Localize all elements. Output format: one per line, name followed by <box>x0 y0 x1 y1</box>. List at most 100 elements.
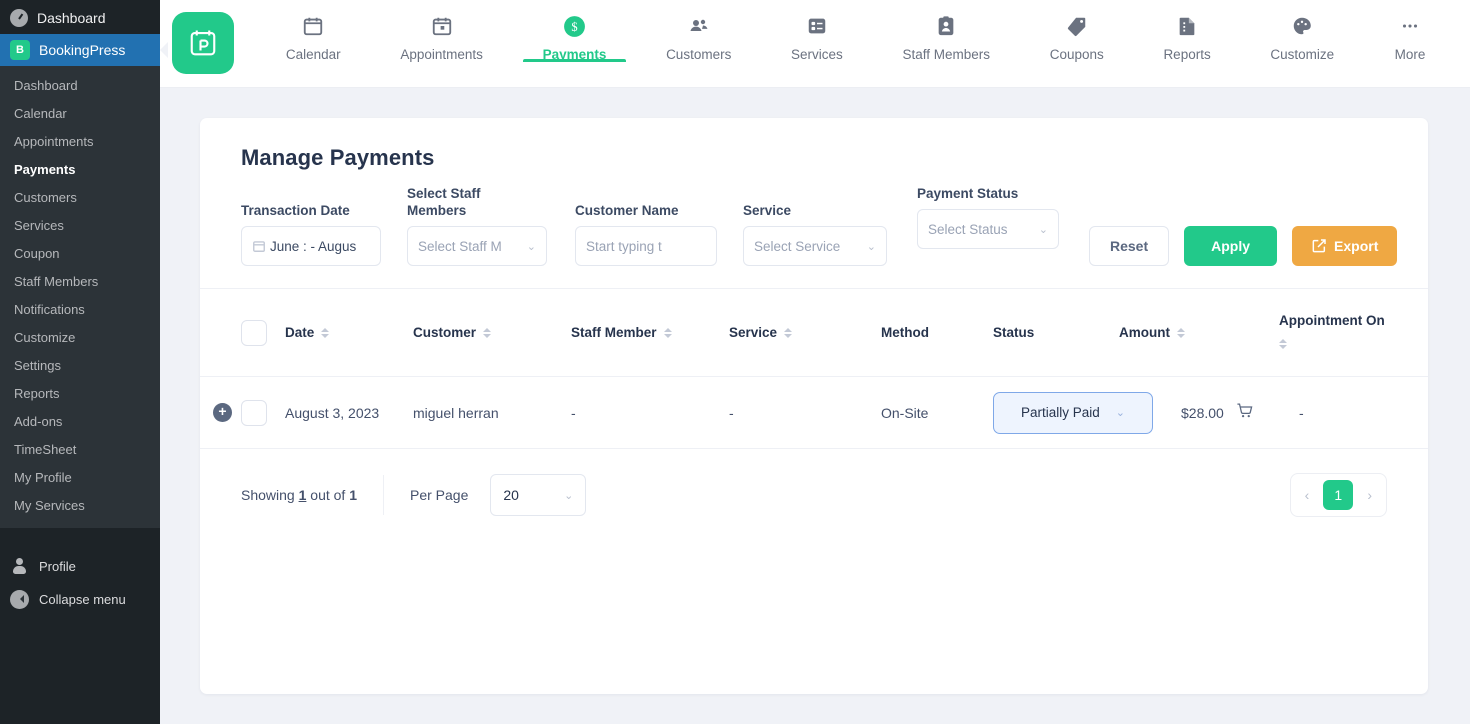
sidebar-item-notifications[interactable]: Notifications <box>0 296 160 324</box>
sort-icon[interactable] <box>321 324 330 342</box>
cart-icon[interactable] <box>1236 402 1253 423</box>
tab-label: Calendar <box>285 47 341 62</box>
customer-name-placeholder: Start typing t <box>586 238 662 254</box>
sidebar-item-label: Add-ons <box>14 414 63 429</box>
tab-calendar[interactable]: Calendar <box>256 0 370 62</box>
tab-label: Services <box>791 47 843 62</box>
tab-customers[interactable]: Customers <box>636 0 761 62</box>
sidebar-item-payments[interactable]: Payments <box>0 156 160 184</box>
sidebar-item-label: Staff Members <box>14 274 99 289</box>
sort-icon[interactable] <box>784 324 793 342</box>
palette-icon <box>1291 14 1313 38</box>
tab-coupons[interactable]: Coupons <box>1020 0 1134 62</box>
sort-icon[interactable] <box>1279 335 1287 353</box>
sidebar-item-my-services[interactable]: My Services <box>0 492 160 520</box>
sidebar-item-dashboard[interactable]: Dashboard <box>0 72 160 100</box>
appointments-icon <box>431 14 453 38</box>
sort-icon[interactable] <box>1177 324 1185 342</box>
tab-reports[interactable]: Reports <box>1134 0 1241 62</box>
column-header-amount[interactable]: Amount <box>1119 324 1279 342</box>
ellipsis-icon <box>1399 14 1421 38</box>
transaction-date-value: June : - Augus <box>270 238 357 254</box>
pagination-next[interactable]: › <box>1367 487 1372 503</box>
sidebar-item-reports[interactable]: Reports <box>0 380 160 408</box>
row-checkbox[interactable] <box>241 399 267 426</box>
tab-customize[interactable]: Customize <box>1241 0 1364 62</box>
payments-table: Date Customer Staff Member Service Metho… <box>200 288 1428 541</box>
sidebar-item-label: Reports <box>14 386 60 401</box>
main-area: Calendar Appointments $ Payments Custome… <box>160 0 1470 724</box>
footer-divider <box>383 475 384 515</box>
column-header-staff-member[interactable]: Staff Member <box>571 324 729 342</box>
pagination-prev[interactable]: ‹ <box>1305 487 1310 503</box>
column-header-service[interactable]: Service <box>729 324 881 342</box>
tab-services[interactable]: Services <box>761 0 872 62</box>
sidebar-item-settings[interactable]: Settings <box>0 352 160 380</box>
tab-label: Payments <box>542 47 607 62</box>
apply-label: Apply <box>1211 238 1251 254</box>
cell-date: August 3, 2023 <box>285 404 380 421</box>
status-value: Partially Paid <box>1020 405 1100 420</box>
tag-icon <box>1066 14 1088 38</box>
sort-icon[interactable] <box>483 324 492 342</box>
table-row[interactable]: + August 3, 2023 miguel herran - - On-Si… <box>200 377 1428 449</box>
tab-payments[interactable]: $ Payments <box>513 0 636 62</box>
column-header-customer[interactable]: Customer <box>413 324 571 342</box>
service-value: Select Service <box>754 238 841 254</box>
bookingpress-logo-icon: B <box>10 40 30 60</box>
calendar-icon <box>302 14 324 38</box>
column-label: Date <box>285 325 315 340</box>
column-label: Service <box>729 325 778 340</box>
per-page-select[interactable]: 20 ⌄ <box>490 474 587 516</box>
service-select[interactable]: Select Service ⌄ <box>743 226 887 266</box>
customers-icon <box>687 14 711 38</box>
sidebar-item-timesheet[interactable]: TimeSheet <box>0 436 160 464</box>
filter-service: Service Select Service ⌄ <box>743 202 887 266</box>
apply-button[interactable]: Apply <box>1184 226 1278 266</box>
export-button[interactable]: Export <box>1292 226 1398 266</box>
sidebar-item-dashboard-top[interactable]: Dashboard <box>0 0 160 34</box>
sidebar-item-customers[interactable]: Customers <box>0 184 160 212</box>
sidebar-item-add-ons[interactable]: Add-ons <box>0 408 160 436</box>
staff-members-select[interactable]: Select Staff M ⌄ <box>407 226 547 266</box>
wordpress-admin-sidebar: Dashboard B BookingPress Dashboard Calen… <box>0 0 160 724</box>
tab-label: More <box>1394 47 1426 62</box>
sidebar-item-my-profile[interactable]: My Profile <box>0 464 160 492</box>
sidebar-item-collapse-menu[interactable]: Collapse menu <box>0 583 160 616</box>
sidebar-item-label: Settings <box>14 358 61 373</box>
user-icon <box>10 557 29 576</box>
sidebar-item-services[interactable]: Services <box>0 212 160 240</box>
tab-staff-members[interactable]: Staff Members <box>873 0 1020 62</box>
reset-button[interactable]: Reset <box>1089 226 1170 266</box>
cell-appointment-on: - <box>1299 404 1304 421</box>
sidebar-item-appointments[interactable]: Appointments <box>0 128 160 156</box>
payment-status-select[interactable]: Select Status ⌄ <box>917 209 1059 249</box>
transaction-date-input[interactable]: June : - Augus <box>241 226 381 266</box>
column-header-appointment-on[interactable]: Appointment On <box>1279 313 1399 353</box>
select-all-checkbox[interactable] <box>241 319 267 346</box>
customer-name-input[interactable]: Start typing t <box>575 226 717 266</box>
sidebar-item-label: Dashboard <box>14 78 78 93</box>
column-header-date[interactable]: Date <box>285 324 413 342</box>
sidebar-item-calendar[interactable]: Calendar <box>0 100 160 128</box>
column-label: Amount <box>1119 325 1170 340</box>
sort-icon[interactable] <box>663 324 672 342</box>
amount-value: $28.00 <box>1181 404 1224 421</box>
sidebar-item-profile[interactable]: Profile <box>0 550 160 583</box>
tab-appointments[interactable]: Appointments <box>370 0 512 62</box>
sidebar-item-staff-members[interactable]: Staff Members <box>0 268 160 296</box>
cell-amount: $28.00 <box>1179 402 1299 423</box>
bookingpress-logo-tile[interactable] <box>172 12 234 74</box>
sidebar-item-bookingpress[interactable]: B BookingPress <box>0 34 160 66</box>
sidebar-item-customize[interactable]: Customize <box>0 324 160 352</box>
sidebar-dashboard-label: Dashboard <box>37 10 106 26</box>
tab-more[interactable]: More <box>1364 0 1456 62</box>
expand-row-button[interactable]: + <box>213 403 232 422</box>
sidebar-item-coupon[interactable]: Coupon <box>0 240 160 268</box>
payment-status-dropdown[interactable]: Partially Paid ⌄ <box>993 391 1153 434</box>
reset-label: Reset <box>1110 238 1149 254</box>
sidebar-bottom-group: Profile Collapse menu <box>0 550 160 616</box>
filter-label: Transaction Date <box>241 203 350 218</box>
filter-label: Select Staff Members <box>407 186 481 218</box>
pagination-page-1[interactable]: 1 <box>1323 480 1354 510</box>
